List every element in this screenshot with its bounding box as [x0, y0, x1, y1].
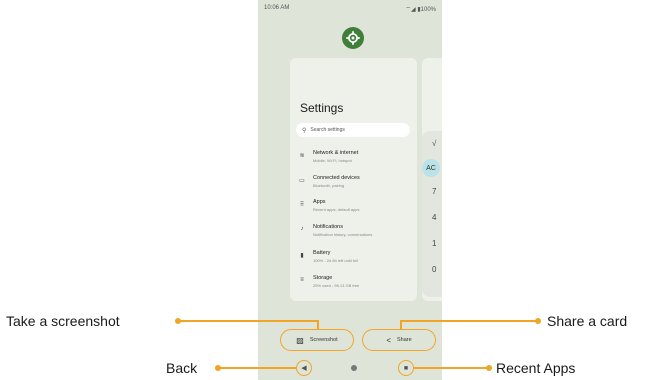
settings-item-network[interactable]: ≋ Network & internet Mobile, Wi-Fi, hots…: [298, 150, 413, 172]
key-1: 1: [432, 239, 437, 248]
callout-back: Back: [166, 360, 198, 376]
settings-item-notifications[interactable]: ♪ Notifications Notification history, co…: [298, 224, 413, 246]
screenshot-icon: ▨: [296, 335, 304, 345]
home-button[interactable]: [351, 365, 357, 371]
share-button[interactable]: < Share: [362, 329, 436, 351]
settings-item-battery[interactable]: ▮ Battery 100% - 2d 8h left until full: [298, 250, 413, 272]
callout-line: [317, 320, 319, 330]
settings-item-title: Connected devices: [313, 175, 360, 181]
share-icon: <: [386, 335, 391, 345]
callout-recent-apps: Recent Apps: [496, 360, 576, 376]
phone-screen: 10:06 AM ⌔◢ ▮100% Settings ⚲ Search sett…: [258, 0, 442, 380]
settings-item-subtitle: Mobile, Wi-Fi, hotspot: [313, 158, 352, 163]
key-4: 4: [432, 213, 437, 222]
back-button[interactable]: ◀: [296, 360, 312, 376]
settings-item-subtitle: 100% - 2d 8h left until full: [313, 258, 358, 263]
settings-item-title: Apps: [313, 199, 326, 205]
key-0: 0: [432, 265, 437, 274]
settings-item-subtitle: 25% used - 95.13 GB free: [313, 283, 360, 288]
square-icon: ■: [403, 364, 409, 372]
key-sqrt: √: [432, 139, 437, 148]
callout-share-card: Share a card: [547, 313, 628, 329]
settings-item-title: Network & internet: [313, 150, 359, 156]
settings-item-apps[interactable]: ⠿ Apps Recent apps, default apps: [298, 199, 413, 221]
key-7: 7: [432, 187, 437, 196]
callout-line: [400, 320, 538, 322]
settings-item-title: Notifications: [313, 224, 343, 230]
settings-item-storage[interactable]: ≡ Storage 25% used - 95.13 GB free: [298, 275, 413, 297]
wifi-icon: ≋: [299, 153, 305, 159]
gear-icon: [346, 31, 360, 45]
bell-icon: ♪: [300, 226, 304, 232]
share-label: Share: [396, 337, 412, 343]
settings-item-title: Storage: [313, 275, 333, 281]
settings-item-subtitle: Bluetooth, pairing: [313, 183, 345, 188]
devices-icon: ▭: [299, 178, 305, 184]
search-placeholder: Search settings: [310, 127, 345, 133]
settings-item-connected-devices[interactable]: ▭ Connected devices Bluetooth, pairing: [298, 175, 413, 197]
status-bar: 10:06 AM ⌔◢ ▮100%: [258, 0, 442, 14]
settings-recent-card[interactable]: Settings ⚲ Search settings ≋ Network & i…: [290, 58, 417, 301]
status-time: 10:06 AM: [264, 5, 290, 11]
search-icon: ⚲: [302, 127, 307, 134]
recent-apps-button[interactable]: ■: [398, 360, 414, 376]
calculator-keypad: √ AC 7 4 1 0: [422, 131, 442, 297]
storage-icon: ≡: [300, 277, 304, 283]
callout-line: [400, 320, 402, 330]
settings-item-title: Battery: [313, 250, 331, 256]
settings-title: Settings: [300, 101, 344, 115]
search-settings-field[interactable]: ⚲ Search settings: [296, 123, 410, 137]
callout-take-screenshot: Take a screenshot: [6, 313, 120, 329]
key-ac: AC: [422, 159, 440, 177]
callout-line: [218, 367, 296, 369]
apps-icon: ⠿: [299, 202, 305, 208]
status-icons: ⌔◢ ▮100%: [405, 7, 436, 13]
back-triangle-icon: ◀: [301, 365, 307, 372]
callout-line: [414, 367, 489, 369]
settings-app-icon[interactable]: [342, 27, 364, 49]
screenshot-button[interactable]: ▨ Screenshot: [280, 329, 354, 351]
settings-item-subtitle: Notification history, conversations: [313, 232, 373, 237]
screenshot-label: Screenshot: [309, 337, 338, 343]
callout-line: [178, 320, 318, 322]
settings-item-subtitle: Recent apps, default apps: [313, 207, 360, 212]
battery-icon: ▮: [300, 253, 304, 259]
